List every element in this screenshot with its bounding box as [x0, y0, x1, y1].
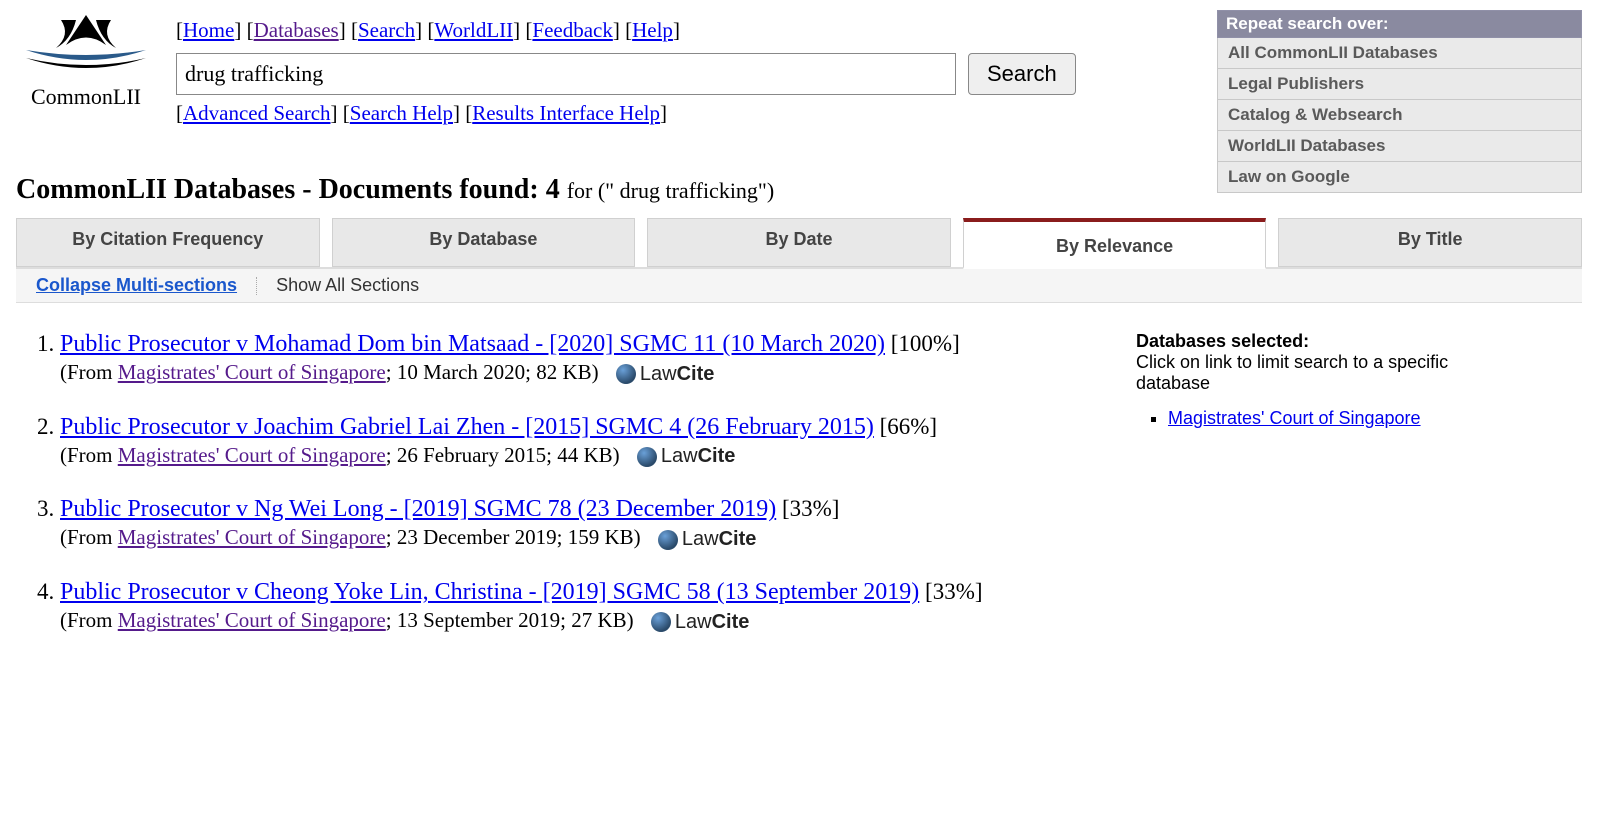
result-db-link[interactable]: Magistrates' Court of Singapore: [118, 443, 386, 467]
results-list: Public Prosecutor v Mohamad Dom bin Mats…: [60, 331, 1126, 634]
result-score: [66%]: [880, 414, 937, 439]
lawcite-link[interactable]: LawCite: [651, 611, 750, 634]
lawcite-link[interactable]: LawCite: [637, 445, 736, 468]
result-db-link[interactable]: Magistrates' Court of Singapore: [118, 608, 386, 632]
collapse-multi-sections-link[interactable]: Collapse Multi-sections: [36, 275, 237, 295]
result-title-link[interactable]: Public Prosecutor v Mohamad Dom bin Mats…: [60, 331, 885, 357]
result-meta: ; 13 September 2019; 27 KB): [386, 608, 634, 632]
heading-count: 4: [546, 174, 560, 205]
result-from: (From: [60, 525, 118, 549]
sort-tabs: By Citation Frequency By Database By Dat…: [16, 218, 1582, 269]
nav-databases[interactable]: Databases: [254, 18, 339, 42]
lawcite-link[interactable]: LawCite: [616, 363, 715, 386]
result-db-link[interactable]: Magistrates' Court of Singapore: [118, 525, 386, 549]
show-all-sections[interactable]: Show All Sections: [276, 275, 419, 295]
result-title-link[interactable]: Public Prosecutor v Joachim Gabriel Lai …: [60, 414, 874, 440]
result-item: Public Prosecutor v Mohamad Dom bin Mats…: [60, 331, 1126, 386]
tab-database[interactable]: By Database: [332, 218, 636, 267]
result-item: Public Prosecutor v Cheong Yoke Lin, Chr…: [60, 579, 1126, 634]
result-from: (From: [60, 608, 118, 632]
commonlii-logo-icon: [16, 10, 156, 80]
result-score: [100%]: [891, 331, 960, 356]
repeat-item-legal-publishers[interactable]: Legal Publishers: [1217, 69, 1582, 100]
result-meta: ; 26 February 2015; 44 KB): [386, 443, 620, 467]
nav-home[interactable]: Home: [183, 18, 234, 42]
databases-selected-sub: Click on link to limit search to a speci…: [1136, 352, 1516, 394]
result-score: [33%]: [782, 496, 839, 521]
tab-citation-frequency[interactable]: By Citation Frequency: [16, 218, 320, 267]
lawcite-link[interactable]: LawCite: [658, 528, 757, 551]
search-help-link[interactable]: Search Help: [350, 101, 453, 125]
result-score: [33%]: [925, 579, 982, 604]
nav-worldlii[interactable]: WorldLII: [434, 18, 513, 42]
result-from: (From: [60, 443, 118, 467]
logo-text: CommonLII: [16, 84, 156, 110]
repeat-item-law-google[interactable]: Law on Google: [1217, 162, 1582, 193]
globe-icon: [616, 364, 636, 384]
tab-date[interactable]: By Date: [647, 218, 951, 267]
globe-icon: [658, 530, 678, 550]
nav-search[interactable]: Search: [358, 18, 415, 42]
section-controls: Collapse Multi-sections Show All Section…: [16, 269, 1582, 303]
heading-prefix: CommonLII Databases - Documents found:: [16, 174, 546, 205]
result-meta: ; 10 March 2020; 82 KB): [386, 360, 599, 384]
databases-selected-heading: Databases selected:: [1136, 331, 1516, 352]
top-nav: [Home] [Databases] [Search] [WorldLII] […: [176, 18, 1096, 43]
result-title-link[interactable]: Public Prosecutor v Cheong Yoke Lin, Chr…: [60, 579, 919, 605]
result-from: (From: [60, 360, 118, 384]
search-button[interactable]: Search: [968, 53, 1076, 95]
result-item: Public Prosecutor v Ng Wei Long - [2019]…: [60, 496, 1126, 551]
repeat-item-catalog-websearch[interactable]: Catalog & Websearch: [1217, 100, 1582, 131]
repeat-item-all-commonlii[interactable]: All CommonLII Databases: [1217, 38, 1582, 69]
databases-selected-panel: Databases selected: Click on link to lim…: [1136, 331, 1516, 662]
heading-suffix: for (" drug trafficking"): [567, 178, 775, 203]
repeat-search-panel: Repeat search over: All CommonLII Databa…: [1217, 10, 1582, 193]
nav-help[interactable]: Help: [632, 18, 673, 42]
tab-relevance[interactable]: By Relevance: [963, 218, 1267, 269]
globe-icon: [651, 612, 671, 632]
result-db-link[interactable]: Magistrates' Court of Singapore: [118, 360, 386, 384]
nav-feedback[interactable]: Feedback: [532, 18, 612, 42]
repeat-item-worldlii[interactable]: WorldLII Databases: [1217, 131, 1582, 162]
database-filter-link[interactable]: Magistrates' Court of Singapore: [1168, 408, 1421, 428]
tab-title[interactable]: By Title: [1278, 218, 1582, 267]
repeat-search-heading: Repeat search over:: [1217, 10, 1582, 38]
result-title-link[interactable]: Public Prosecutor v Ng Wei Long - [2019]…: [60, 496, 776, 522]
logo[interactable]: CommonLII: [16, 10, 156, 110]
advanced-search-link[interactable]: Advanced Search: [183, 101, 331, 125]
search-input[interactable]: [176, 53, 956, 95]
results-interface-help-link[interactable]: Results Interface Help: [472, 101, 660, 125]
search-sublinks: [Advanced Search] [Search Help] [Results…: [176, 101, 1096, 126]
result-item: Public Prosecutor v Joachim Gabriel Lai …: [60, 414, 1126, 469]
globe-icon: [637, 447, 657, 467]
result-meta: ; 23 December 2019; 159 KB): [386, 525, 641, 549]
